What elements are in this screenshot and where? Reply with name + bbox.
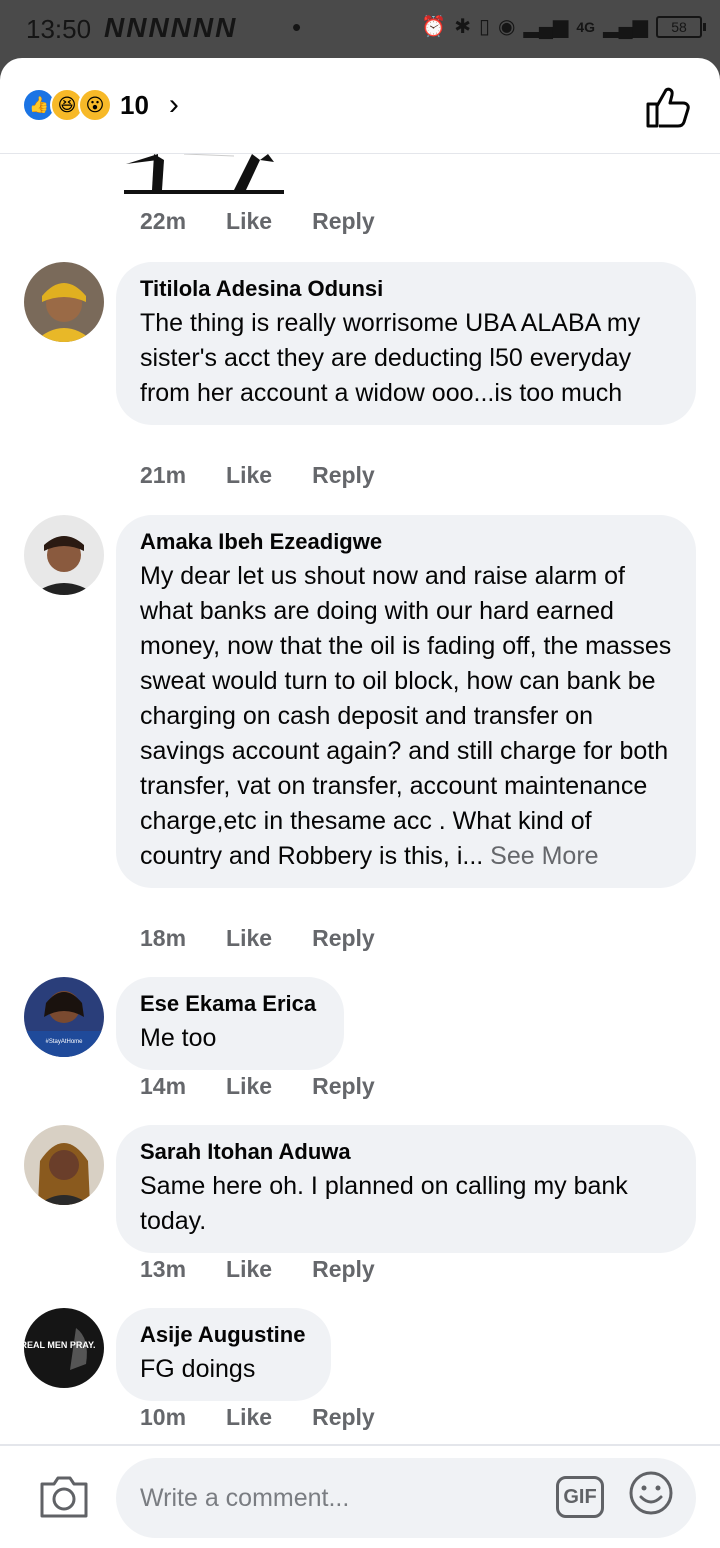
comment-text: Same here oh. I planned on calling my ba… <box>140 1172 628 1235</box>
battery-icon: 58 <box>656 15 706 38</box>
chevron-right-icon: › <box>168 88 179 121</box>
battery-level: 58 <box>671 18 687 35</box>
comment-input[interactable] <box>116 1458 696 1538</box>
hotspot-icon: ◉ <box>497 16 516 38</box>
comment-author[interactable]: Asije Augustine <box>140 1322 307 1348</box>
comment-bubble: Titilola Adesina Odunsi The thing is rea… <box>116 262 696 425</box>
avatar-image <box>24 1125 104 1205</box>
comment-image-partial[interactable] <box>124 154 284 198</box>
comment-actions: 21m Like Reply <box>140 462 415 489</box>
reaction-count: 10 <box>120 89 149 120</box>
comment-actions: 10m Like Reply <box>140 1404 415 1431</box>
comment-author[interactable]: Titilola Adesina Odunsi <box>140 276 672 302</box>
like-link[interactable]: Like <box>226 208 272 235</box>
status-time: 13:50 <box>26 14 92 44</box>
like-link[interactable]: Like <box>226 925 272 952</box>
reply-link[interactable]: Reply <box>312 208 375 235</box>
like-link[interactable]: Like <box>226 1256 272 1283</box>
like-link[interactable]: Like <box>226 1073 272 1100</box>
wow-icon: 😮 <box>78 88 112 122</box>
alarm-icon: ⏰ <box>421 16 447 38</box>
reply-link[interactable]: Reply <box>312 925 375 952</box>
status-icons: ⏰ ✱ ▯ ◉ ▂▄▆ 4G ▂▄▆ 58 <box>421 14 706 39</box>
avatar-caption: #StayAtHome <box>45 1039 83 1045</box>
comment-time: 14m <box>140 1073 187 1099</box>
comments-sheet: 👍 😆 😮 10 › 22m Like Reply Titilola Adesi… <box>0 58 720 1548</box>
comment-actions: 18m Like Reply <box>140 925 415 952</box>
comment-composer: GIF <box>0 1444 720 1548</box>
like-link[interactable]: Like <box>226 1404 272 1431</box>
reactions-summary[interactable]: 👍 😆 😮 10 › <box>22 88 179 122</box>
status-dot: • <box>292 12 302 42</box>
comment-actions: 14m Like Reply <box>140 1073 415 1100</box>
comment-time: 13m <box>140 1256 187 1282</box>
comment-author[interactable]: Ese Ekama Erica <box>140 991 320 1017</box>
comment-author[interactable]: Sarah Itohan Aduwa <box>140 1139 672 1165</box>
status-bar: 13:50 NNNNNN • ⏰ ✱ ▯ ◉ ▂▄▆ 4G ▂▄▆ 58 <box>0 0 720 58</box>
vibrate-icon: ▯ <box>478 16 490 38</box>
avatar[interactable] <box>24 1125 104 1205</box>
comment-bubble: Sarah Itohan Aduwa Same here oh. I plann… <box>116 1125 696 1253</box>
avatar-image: REAL MEN PRAY. <box>24 1308 104 1388</box>
comment-bubble: Amaka Ibeh Ezeadigwe My dear let us shou… <box>116 515 696 888</box>
comment-author[interactable]: Amaka Ibeh Ezeadigwe <box>140 529 672 555</box>
see-more-link[interactable]: See More <box>490 842 598 870</box>
comment-time: 10m <box>140 1404 187 1430</box>
avatar-caption: REAL MEN PRAY. <box>24 1340 96 1350</box>
avatar[interactable] <box>24 262 104 342</box>
reply-link[interactable]: Reply <box>312 1256 375 1283</box>
comment-text: My dear let us shout now and raise alarm… <box>140 559 672 874</box>
status-carrier: NNNNNN <box>104 12 238 43</box>
comment-text-body: My dear let us shout now and raise alarm… <box>140 562 672 870</box>
camera-icon[interactable] <box>38 1472 90 1520</box>
like-link[interactable]: Like <box>226 462 272 489</box>
comment-text: FG doings <box>140 1355 256 1383</box>
bluetooth-icon: ✱ <box>454 16 471 38</box>
comment-time: 18m <box>140 925 187 951</box>
avatar-image <box>24 515 104 595</box>
reply-link[interactable]: Reply <box>312 462 375 489</box>
comment-bubble: Ese Ekama Erica Me too <box>116 977 344 1070</box>
network-type: 4G <box>576 18 596 35</box>
reply-link[interactable]: Reply <box>312 1073 375 1100</box>
comment-text: The thing is really worrisome UBA ALABA … <box>140 309 641 407</box>
comment-text: Me too <box>140 1024 217 1052</box>
comment-actions: 22m Like Reply <box>140 208 415 235</box>
avatar-image: #StayAtHome <box>24 977 104 1057</box>
reply-link[interactable]: Reply <box>312 1404 375 1431</box>
emoji-icon[interactable] <box>628 1470 674 1516</box>
avatar[interactable]: REAL MEN PRAY. <box>24 1308 104 1388</box>
comment-bubble: Asije Augustine FG doings <box>116 1308 331 1401</box>
avatar[interactable] <box>24 515 104 595</box>
comment-actions: 13m Like Reply <box>140 1256 415 1283</box>
like-post-button[interactable] <box>644 84 692 130</box>
avatar-image <box>24 262 104 342</box>
gif-button[interactable]: GIF <box>556 1476 604 1518</box>
sheet-header: 👍 😆 😮 10 › <box>0 58 720 154</box>
signal-icon: ▂▄▆ <box>523 16 569 38</box>
comment-time: 22m <box>140 208 187 234</box>
avatar[interactable]: #StayAtHome <box>24 977 104 1057</box>
comment-time: 21m <box>140 462 187 488</box>
signal-icon-2: ▂▄▆ <box>603 16 648 38</box>
